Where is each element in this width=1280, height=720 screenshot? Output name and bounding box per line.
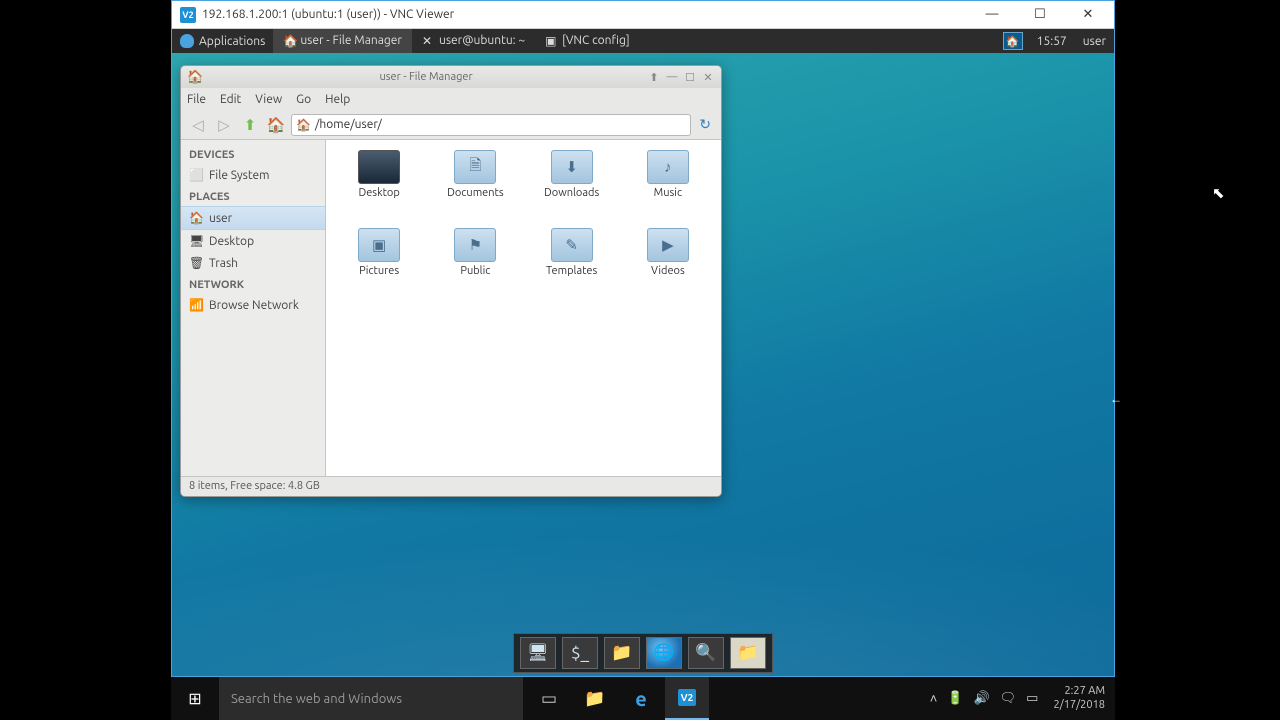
sidebar-item-browse-network[interactable]: 📶Browse Network	[181, 294, 325, 316]
tray-icon[interactable]: 🗨	[995, 691, 1022, 706]
dock-folder[interactable]: 📁	[730, 637, 766, 669]
menu-edit[interactable]: Edit	[220, 93, 241, 106]
minimize-button[interactable]: —	[974, 7, 1010, 22]
dock-file-manager[interactable]: 📁	[604, 637, 640, 669]
start-button[interactable]: ⊞	[171, 677, 219, 720]
folder-templates[interactable]: ✎Templates	[527, 228, 617, 300]
folder-documents[interactable]: 🗎Documents	[430, 150, 520, 222]
folder-videos[interactable]: ▶Videos	[623, 228, 713, 300]
applications-menu[interactable]: Applications	[172, 34, 273, 48]
forward-button[interactable]: ▷	[213, 114, 235, 136]
workspace-button[interactable]: 🏠	[1003, 32, 1023, 50]
fm-sidebar: DEVICES⬜File SystemPLACES🏠user🖥Desktop🗑T…	[181, 140, 326, 476]
maximize-button[interactable]: ☐	[1022, 7, 1058, 22]
folder-icon: ▣	[358, 228, 400, 262]
path-bar[interactable]: 🏠 /home/user/	[291, 114, 691, 136]
sidebar-item-user[interactable]: 🏠user	[181, 206, 325, 230]
folder-public[interactable]: ⚑Public	[430, 228, 520, 300]
fm-minimize-button[interactable]: —	[665, 71, 679, 83]
panel-task[interactable]: ✕user@ubuntu: ~	[412, 29, 535, 53]
taskbar-file-explorer[interactable]: 📁	[573, 677, 617, 720]
fm-title: user - File Manager	[209, 71, 643, 83]
folder-downloads[interactable]: ⬇Downloads	[527, 150, 617, 222]
panel-task[interactable]: ▣[VNC config]	[535, 29, 640, 53]
xfce-panel: Applications 🏠user - File Manager✕user@u…	[172, 29, 1114, 53]
dock: 🖥$_📁🌐🔍📁	[513, 633, 773, 673]
tray-icon[interactable]: ▭	[1021, 691, 1043, 706]
fm-close-button[interactable]: ✕	[701, 71, 715, 84]
menu-file[interactable]: File	[187, 93, 206, 106]
vnc-titlebar[interactable]: V2 192.168.1.200:1 (ubuntu:1 (user)) - V…	[172, 1, 1114, 29]
folder-view[interactable]: Desktop🗎Documents⬇Downloads♪Music ▣Pictur…	[326, 140, 721, 476]
close-button[interactable]: ✕	[1070, 7, 1106, 22]
folder-music[interactable]: ♪Music	[623, 150, 713, 222]
home-icon: 🏠	[187, 70, 203, 85]
fm-titlebar[interactable]: 🏠 user - File Manager ⬆ — ☐ ✕	[181, 66, 721, 88]
tray-icon[interactable]: 🔊	[968, 691, 994, 706]
windows-taskbar: ⊞ Search the web and Windows ▭📁eV2 ˄🔋🔊🗨▭…	[171, 677, 1115, 720]
folder-desktop[interactable]: Desktop	[334, 150, 424, 222]
home-icon: 🏠	[1006, 35, 1020, 48]
fm-toolbar: ◁ ▷ ⬆ 🏠 🏠 /home/user/ ↻	[181, 110, 721, 140]
xfce-mouse-icon	[180, 34, 194, 48]
panel-clock[interactable]: 15:57	[1029, 35, 1075, 48]
tray-icon[interactable]: ˄	[925, 691, 943, 706]
folder-icon: ▶	[647, 228, 689, 262]
resize-arrow-icon: ←	[1110, 392, 1122, 406]
sidebar-item-file-system[interactable]: ⬜File System	[181, 164, 325, 186]
search-box[interactable]: Search the web and Windows	[219, 677, 523, 720]
taskbar-vnc-viewer[interactable]: V2	[665, 677, 709, 720]
refresh-button[interactable]: ↻	[695, 116, 715, 133]
dock-show-desktop[interactable]: 🖥	[520, 637, 556, 669]
back-button[interactable]: ◁	[187, 114, 209, 136]
dock-search[interactable]: 🔍	[688, 637, 724, 669]
remote-desktop[interactable]: Applications 🏠user - File Manager✕user@u…	[172, 29, 1114, 676]
folder-icon: ⬇	[551, 150, 593, 184]
dock-web-browser[interactable]: 🌐	[646, 637, 682, 669]
vnc-app-icon: V2	[180, 7, 196, 23]
tray-icon[interactable]: 🔋	[942, 691, 968, 706]
folder-pictures[interactable]: ▣Pictures	[334, 228, 424, 300]
folder-icon	[358, 150, 400, 184]
folder-icon: ✎	[551, 228, 593, 262]
folder-icon: ♪	[647, 150, 689, 184]
folder-icon: ⚑	[454, 228, 496, 262]
up-button[interactable]: ⬆	[239, 114, 261, 136]
panel-task[interactable]: 🏠user - File Manager	[273, 29, 412, 53]
menu-view[interactable]: View	[255, 93, 282, 106]
fm-statusbar: 8 items, Free space: 4.8 GB	[181, 476, 721, 496]
folder-icon: 🗎	[454, 150, 496, 184]
system-clock[interactable]: 2:27 AM 2/17/2018	[1043, 685, 1115, 713]
menu-help[interactable]: Help	[325, 93, 350, 106]
cursor-icon: ⬉	[1212, 184, 1225, 202]
home-icon: 🏠	[296, 118, 311, 132]
vnc-title: 192.168.1.200:1 (ubuntu:1 (user)) - VNC …	[202, 8, 974, 21]
file-manager-window: 🏠 user - File Manager ⬆ — ☐ ✕ File Edit Vi…	[180, 65, 722, 497]
path-text: /home/user/	[315, 118, 382, 131]
dock-terminal[interactable]: $_	[562, 637, 598, 669]
taskbar-edge[interactable]: e	[619, 677, 663, 720]
vnc-viewer-window: V2 192.168.1.200:1 (ubuntu:1 (user)) - V…	[171, 0, 1115, 677]
fm-pin-button[interactable]: ⬆	[647, 71, 661, 84]
fm-maximize-button[interactable]: ☐	[683, 71, 697, 84]
taskbar-task-view[interactable]: ▭	[527, 677, 571, 720]
sidebar-item-desktop[interactable]: 🖥Desktop	[181, 230, 325, 252]
fm-menubar: File Edit View Go Help	[181, 88, 721, 110]
sidebar-item-trash[interactable]: 🗑Trash	[181, 252, 325, 274]
home-button[interactable]: 🏠	[265, 114, 287, 136]
panel-user[interactable]: user	[1075, 35, 1114, 48]
menu-go[interactable]: Go	[296, 93, 311, 106]
